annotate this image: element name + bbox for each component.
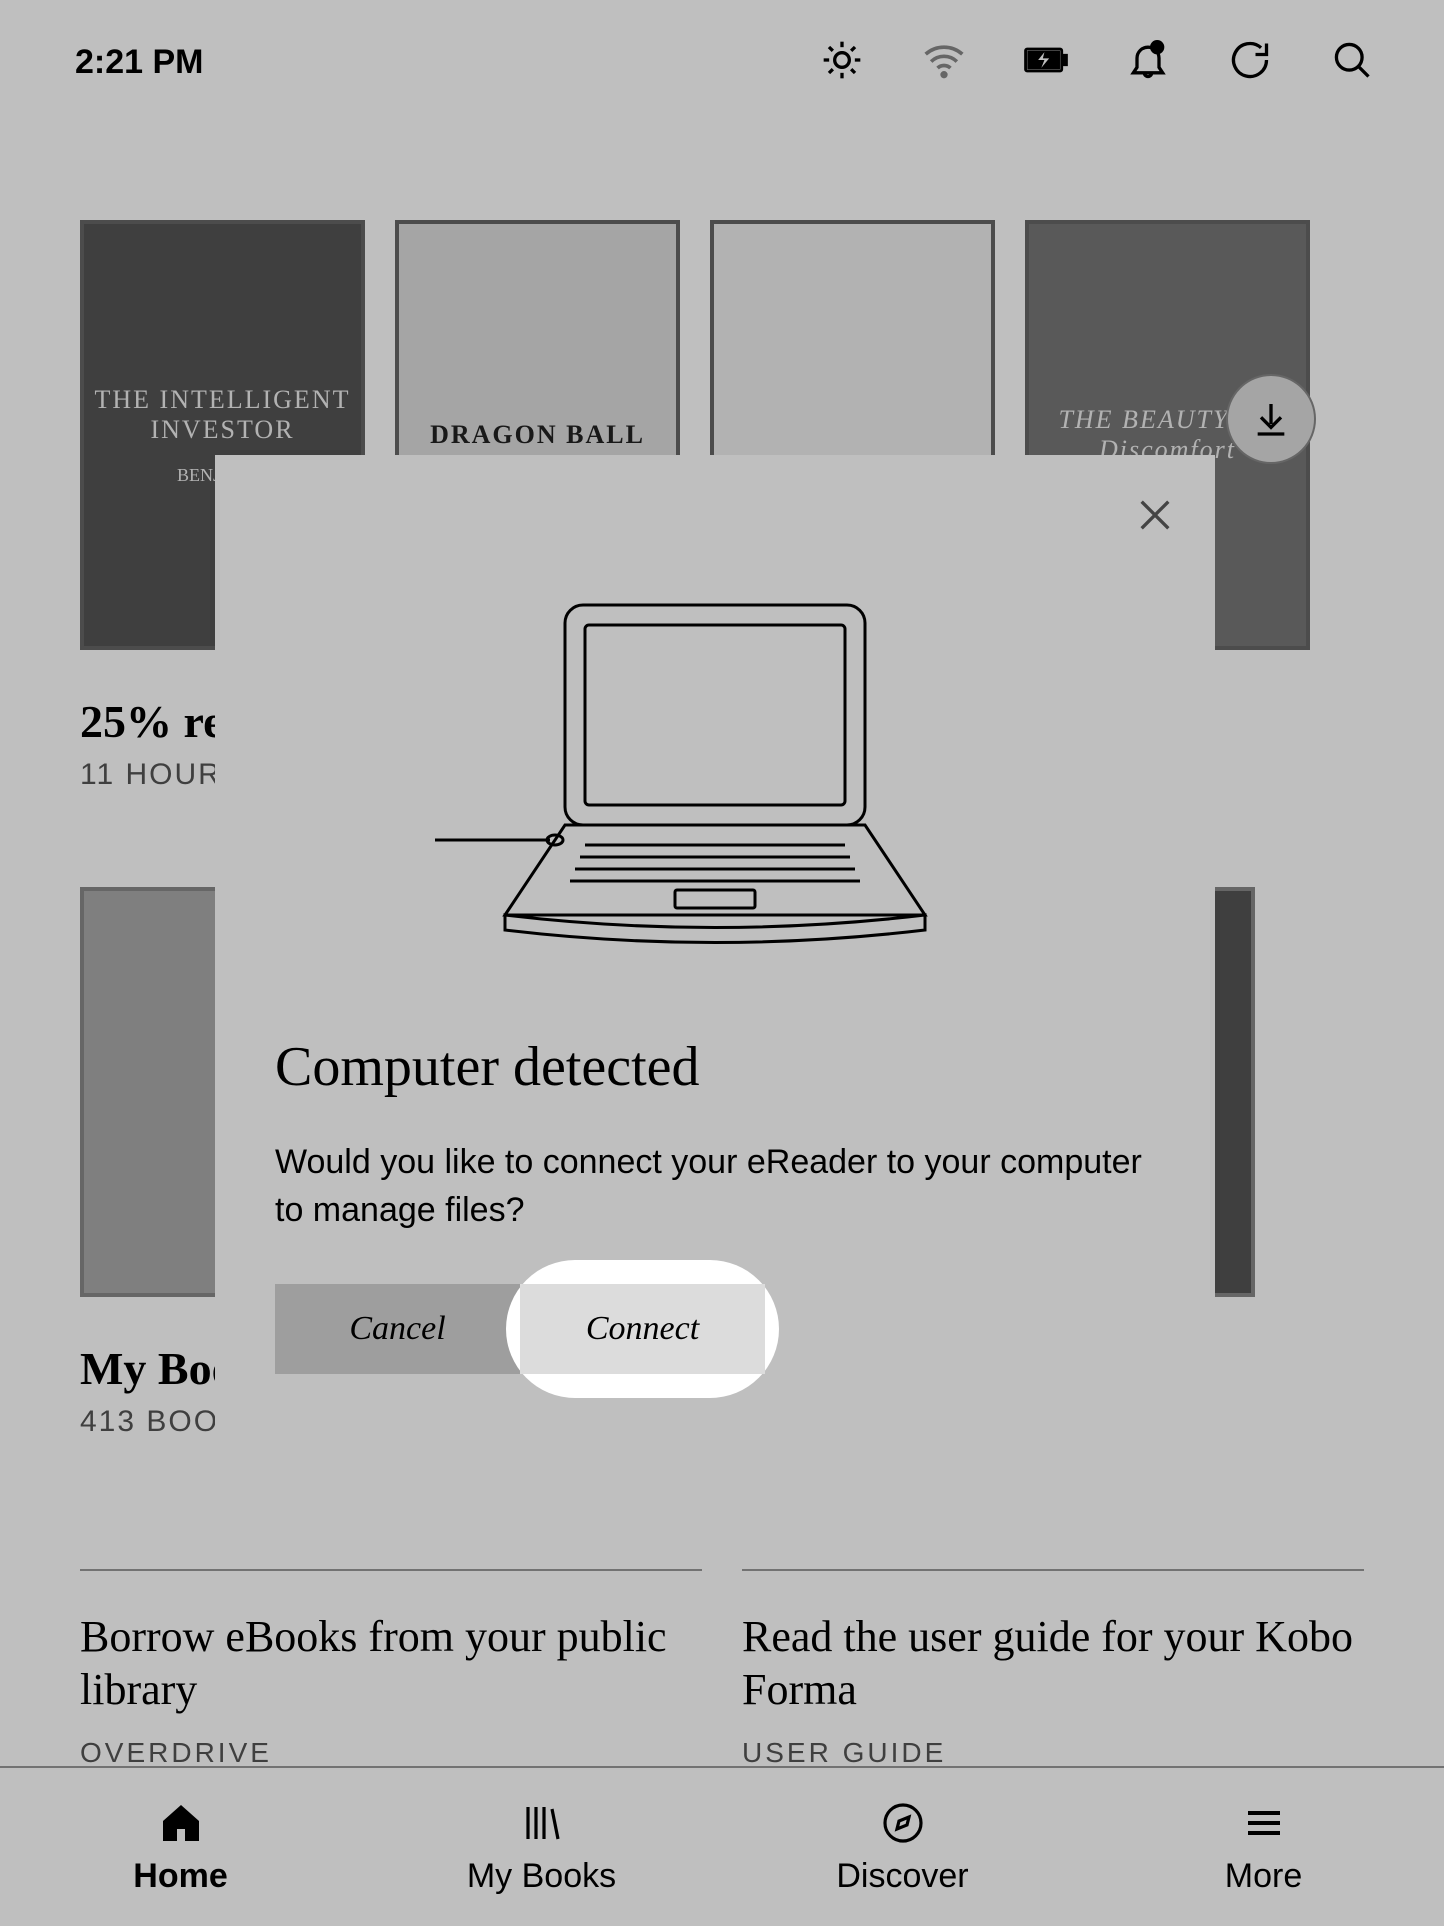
wifi-icon[interactable] [922,38,966,87]
dialog-body: Would you like to connect your eReader t… [275,1139,1155,1234]
nav-label: Discover [836,1857,968,1896]
nav-home[interactable]: Home [0,1768,361,1926]
nav-label: Home [133,1857,227,1896]
search-icon[interactable] [1330,38,1374,87]
tip-user-guide[interactable]: Read the user guide for your Kobo Forma … [742,1569,1364,1769]
status-bar: 2:21 PM [0,0,1444,125]
notification-bell-icon[interactable] [1126,38,1170,87]
nav-more[interactable]: More [1083,1768,1444,1926]
dialog-title: Computer detected [275,1035,1155,1099]
book-cover[interactable] [80,887,220,1297]
nav-label: More [1225,1857,1302,1896]
laptop-icon [275,595,1155,955]
bottom-nav: Home My Books Discover More [0,1766,1444,1926]
download-icon[interactable] [1226,374,1316,464]
brightness-icon[interactable] [820,38,864,87]
nav-discover[interactable]: Discover [722,1768,1083,1926]
tip-subtitle: USER GUIDE [742,1737,1364,1769]
tip-title: Borrow eBooks from your public library [80,1611,702,1717]
tip-overdrive[interactable]: Borrow eBooks from your public library O… [80,1569,702,1769]
status-icons [820,38,1374,87]
dialog-buttons: Cancel Connect [275,1284,1155,1374]
status-time: 2:21 PM [75,43,204,82]
tips-row: Borrow eBooks from your public library O… [80,1569,1364,1769]
connect-button[interactable]: Connect [520,1284,765,1374]
tip-subtitle: OVERDRIVE [80,1737,702,1769]
computer-detected-dialog: Computer detected Would you like to conn… [215,455,1215,1445]
nav-my-books[interactable]: My Books [361,1768,722,1926]
cancel-button[interactable]: Cancel [275,1284,520,1374]
sync-icon[interactable] [1228,38,1272,87]
book-title: DRAGON BALL [430,420,645,450]
close-icon[interactable] [1135,495,1175,540]
book-title: THE INTELLIGENT INVESTOR [94,385,351,445]
nav-label: My Books [467,1857,616,1896]
tip-title: Read the user guide for your Kobo Forma [742,1611,1364,1717]
battery-charging-icon [1024,38,1068,87]
